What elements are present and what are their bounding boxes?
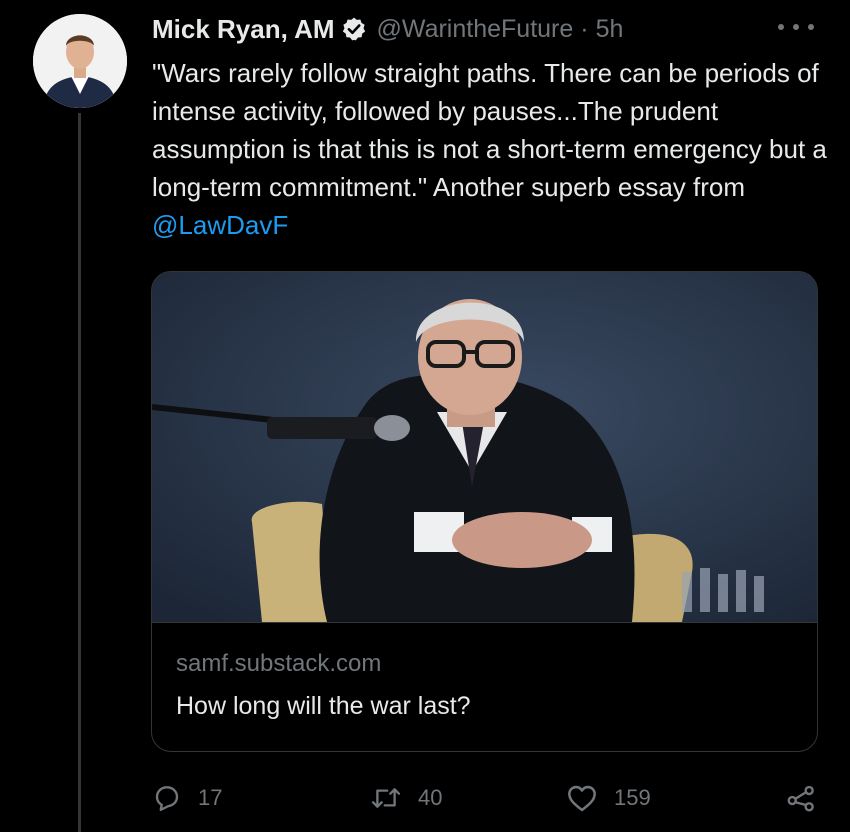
card-divider — [152, 622, 817, 623]
verified-badge-icon — [342, 17, 365, 41]
tweet-body: "Wars rarely follow straight paths. Ther… — [152, 58, 827, 202]
reply-button[interactable]: 17 — [152, 778, 222, 818]
article-photo-icon — [152, 272, 817, 622]
heart-icon — [568, 785, 596, 812]
action-bar: 17 40 159 — [0, 778, 850, 818]
mention-link[interactable]: @LawDavF — [152, 210, 288, 240]
card-title: How long will the war last? — [176, 692, 471, 720]
author-name[interactable]: Mick Ryan, AM — [152, 14, 335, 45]
reply-icon — [155, 786, 179, 812]
more-options-icon[interactable] — [778, 18, 814, 36]
card-domain: samf.substack.com — [176, 650, 382, 677]
like-button[interactable]: 159 — [566, 778, 651, 818]
retweet-icon — [371, 788, 401, 808]
author-handle[interactable]: @WarintheFuture — [377, 15, 574, 44]
separator-dot: · — [580, 14, 589, 43]
avatar-photo-icon — [33, 14, 127, 108]
tweet-text: "Wars rarely follow straight paths. Ther… — [152, 54, 832, 244]
retweet-button[interactable]: 40 — [370, 778, 442, 818]
tweet-header: Mick Ryan, AM @WarintheFuture · 5h — [152, 12, 623, 46]
tweet-timestamp[interactable]: 5h — [596, 15, 624, 44]
retweet-count: 40 — [418, 785, 443, 810]
link-card[interactable]: samf.substack.com How long will the war … — [151, 271, 818, 752]
share-icon — [787, 785, 814, 812]
thread-line — [78, 113, 81, 832]
avatar[interactable] — [33, 14, 127, 108]
reply-count: 17 — [198, 785, 223, 810]
card-image — [152, 272, 817, 622]
share-button[interactable] — [785, 778, 817, 818]
like-count: 159 — [614, 785, 651, 810]
